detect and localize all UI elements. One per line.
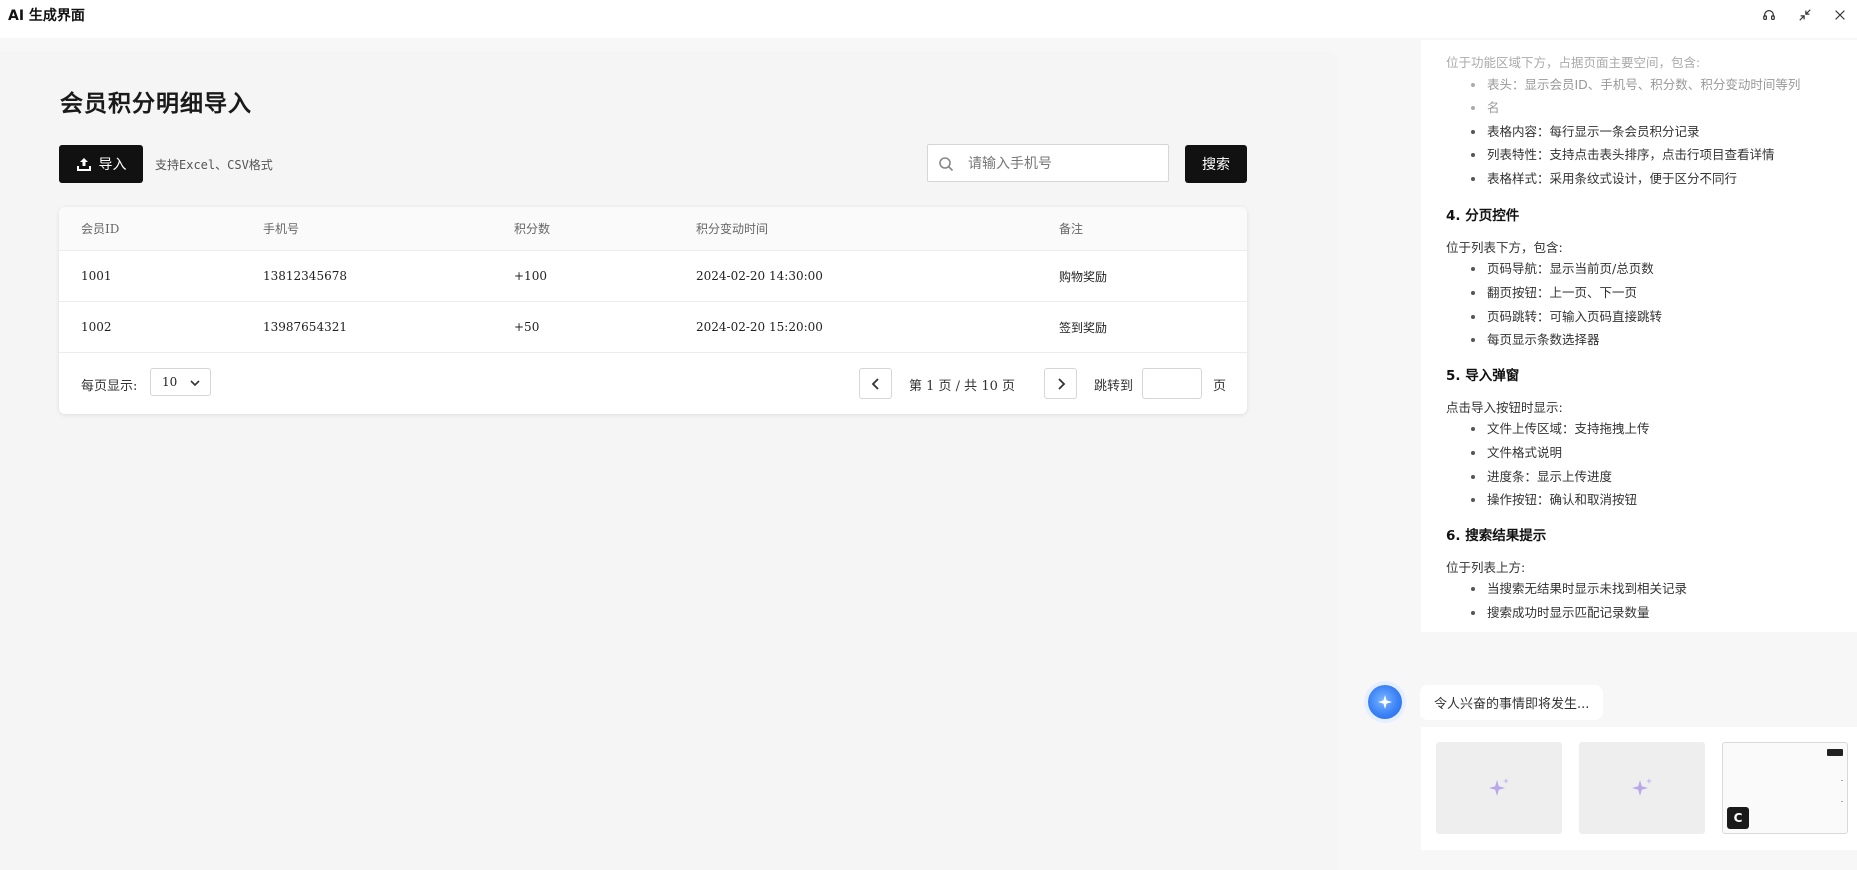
upload-icon xyxy=(76,158,91,171)
doc-section-intro: 位于列表上方: xyxy=(1446,560,1526,575)
phone-search-field[interactable] xyxy=(927,144,1169,182)
cell-points: +50 xyxy=(514,320,540,334)
thumbnail-placeholder[interactable] xyxy=(1579,742,1705,834)
close-icon[interactable] xyxy=(1829,4,1851,26)
points-table: 会员ID 手机号 积分数 积分变动时间 备注 1001 13812345678 … xyxy=(59,207,1247,414)
doc-list-item: 每页显示条数选择器 xyxy=(1471,329,1600,351)
doc-list-item: 翻页按钮：上一页、下一页 xyxy=(1470,282,1637,304)
doc-section-intro: 位于功能区域下方，占据页面主要空间，包含: xyxy=(1446,55,1701,70)
phone-search-input[interactable] xyxy=(966,151,1165,177)
window-title: AI 生成界面 xyxy=(8,8,85,24)
doc-list-item: 列表特性：支持点击表头排序，点击行项目查看详情 xyxy=(1471,144,1775,166)
cell-remark: 购物奖励 xyxy=(1059,269,1108,284)
import-button-label: 导入 xyxy=(98,157,127,173)
doc-list-item: 文件格式说明 xyxy=(1470,442,1562,464)
doc-list-item: 进度条：显示上传进度 xyxy=(1470,466,1612,488)
doc-heading: 4. 分页控件 xyxy=(1446,208,1520,224)
generated-thumbnails: C xyxy=(1421,727,1857,850)
page-title: 会员积分明细导入 xyxy=(60,90,252,117)
table-header: 会员ID 手机号 积分数 积分变动时间 备注 xyxy=(59,207,1247,251)
collapse-icon[interactable] xyxy=(1794,4,1816,26)
doc-list-item-continued: 名 xyxy=(1471,97,1500,119)
doc-list-item: 表格内容：每行显示一条会员积分记录 xyxy=(1471,121,1700,143)
per-page-label: 每页显示: xyxy=(81,379,138,394)
chevron-left-icon xyxy=(871,377,879,390)
pagination: 每页显示: 10 第 1 页 / 共 10 页 跳转到 页 xyxy=(59,353,1247,414)
headset-icon[interactable] xyxy=(1758,4,1780,26)
doc-list-item: 当搜索无结果时显示未找到相关记录 xyxy=(1470,578,1687,600)
sparkle-icon xyxy=(1632,778,1652,796)
cell-change-time: 2024-02-20 15:20:00 xyxy=(696,320,823,334)
header-phone[interactable]: 手机号 xyxy=(263,207,299,250)
doc-heading: 5. 导入弹窗 xyxy=(1446,368,1520,384)
mini-preview-line xyxy=(1841,801,1843,802)
sparkle-icon xyxy=(1378,695,1392,709)
cell-remark: 签到奖励 xyxy=(1059,320,1108,335)
cell-member-id: 1002 xyxy=(81,320,112,334)
doc-section-intro: 位于列表下方，包含: xyxy=(1446,240,1563,255)
doc-list-item: 表格样式：采用条纹式设计，便于区分不同行 xyxy=(1470,168,1737,190)
import-button[interactable]: 导入 xyxy=(59,145,143,183)
cell-member-id: 1001 xyxy=(81,269,112,283)
per-page-select[interactable]: 10 xyxy=(150,368,211,396)
search-button[interactable]: 搜索 xyxy=(1185,145,1247,183)
jump-page-input[interactable] xyxy=(1142,368,1202,399)
doc-list-item: 页码导航：显示当前页/总页数 xyxy=(1471,258,1654,280)
jump-to-label: 跳转到 xyxy=(1094,379,1134,394)
spec-document-panel: 位于功能区域下方，占据页面主要空间，包含: 表头：显示会员ID、手机号、积分数、… xyxy=(1421,40,1857,632)
mini-preview-button xyxy=(1827,749,1843,756)
doc-section-intro: 点击导入按钮时显示: xyxy=(1446,400,1563,415)
header-member-id[interactable]: 会员ID xyxy=(81,207,119,250)
thumbnail-preview[interactable]: C xyxy=(1722,742,1848,834)
chevron-right-icon xyxy=(1057,377,1065,390)
import-format-hint: 支持Excel、CSV格式 xyxy=(155,158,273,172)
sparkle-icon xyxy=(1489,778,1509,796)
generation-status-bubble: 令人兴奋的事情即将发生... xyxy=(1420,685,1604,720)
preview-canvas: 会员积分明细导入 导入 支持Excel、CSV格式 搜索 会员ID 手机号 积分… xyxy=(0,52,1338,870)
chevron-down-icon xyxy=(190,380,200,387)
doc-heading: 6. 搜索结果提示 xyxy=(1446,528,1547,544)
header-points[interactable]: 积分数 xyxy=(514,207,550,250)
table-row[interactable]: 1001 13812345678 +100 2024-02-20 14:30:0… xyxy=(59,251,1247,302)
page-indicator: 第 1 页 / 共 10 页 xyxy=(909,379,1015,394)
title-bar: AI 生成界面 xyxy=(0,0,1857,38)
search-icon xyxy=(939,157,954,172)
cell-points: +100 xyxy=(514,269,547,283)
next-page-button[interactable] xyxy=(1044,368,1077,399)
header-remark[interactable]: 备注 xyxy=(1059,207,1083,250)
cell-change-time: 2024-02-20 14:30:00 xyxy=(696,269,823,283)
cell-phone: 13987654321 xyxy=(263,320,347,334)
ai-assistant-avatar xyxy=(1368,685,1402,719)
doc-list-item: 操作按钮：确认和取消按钮 xyxy=(1470,489,1637,511)
table-row[interactable]: 1002 13987654321 +50 2024-02-20 15:20:00… xyxy=(59,302,1247,353)
doc-list-item: 文件上传区域：支持拖拽上传 xyxy=(1471,418,1650,440)
thumbnail-placeholder[interactable] xyxy=(1436,742,1562,834)
doc-list-item: 表头：显示会员ID、手机号、积分数、积分变动时间等列 xyxy=(1470,74,1800,96)
cell-phone: 13812345678 xyxy=(263,269,347,283)
header-change-time[interactable]: 积分变动时间 xyxy=(696,207,768,250)
prev-page-button[interactable] xyxy=(859,368,892,399)
thumbnail-badge: C xyxy=(1727,807,1749,829)
mini-preview-line xyxy=(1841,780,1843,781)
per-page-value: 10 xyxy=(162,375,178,389)
doc-list-item: 搜索成功时显示匹配记录数量 xyxy=(1471,602,1650,624)
jump-page-suffix: 页 xyxy=(1213,379,1227,394)
doc-list-item: 页码跳转：可输入页码直接跳转 xyxy=(1470,306,1662,328)
